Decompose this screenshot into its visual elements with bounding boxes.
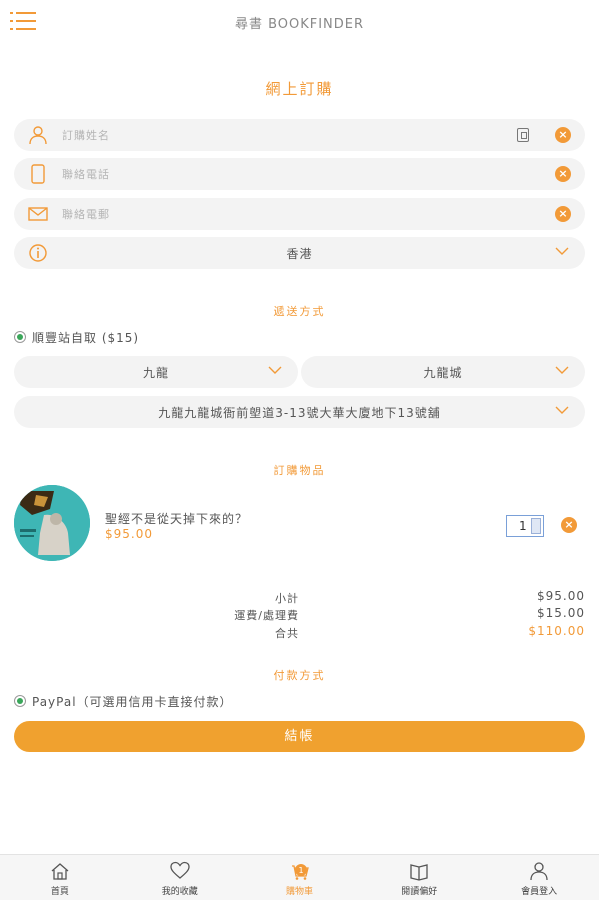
radio-selected-icon xyxy=(14,695,26,707)
tab-member-login[interactable]: 會員登入 xyxy=(479,855,599,900)
book-price: $95.00 xyxy=(105,527,153,541)
phone-placeholder: 聯絡電話 xyxy=(62,168,110,181)
delivery-section-label: 遞送方式 xyxy=(273,305,326,318)
bottom-tab-bar: 首頁 我的收藏 1 購物車 閱讀偏好 會員登入 xyxy=(0,854,599,900)
total-value: $110.00 xyxy=(528,624,585,638)
name-field[interactable]: 訂購姓名 × xyxy=(14,119,585,151)
shipping-value: $15.00 xyxy=(537,606,585,620)
chevron-down-icon xyxy=(555,406,569,414)
tab-cart[interactable]: 1 購物車 xyxy=(240,855,360,900)
subtotal-label: 小計 xyxy=(275,592,299,605)
cart-icon: 1 xyxy=(291,864,309,880)
cart-badge: 1 xyxy=(298,866,303,875)
quantity-stepper[interactable]: 1 xyxy=(506,515,544,537)
app-title: 尋書 BOOKFINDER xyxy=(234,17,365,32)
email-placeholder: 聯絡電郵 xyxy=(62,208,110,221)
book-cover-image[interactable] xyxy=(14,485,90,561)
user-icon xyxy=(530,862,548,881)
app-header: 尋書 BOOKFINDER xyxy=(0,0,599,44)
page-title: 網上訂購 xyxy=(265,80,334,98)
tab-reading-preferences-label: 閱讀偏好 xyxy=(401,887,438,897)
quantity-value: 1 xyxy=(519,519,527,533)
address-value: 九龍九龍城衙前塱道3-13號大華大廈地下13號舖 xyxy=(158,406,441,420)
payment-option-radio[interactable]: PayPal（可選用信用卡直接付款） xyxy=(14,693,334,709)
delivery-option-label: 順豐站自取 ($15) xyxy=(32,331,140,345)
delivery-option-radio[interactable]: 順豐站自取 ($15) xyxy=(14,329,314,345)
stepper-arrows-icon[interactable] xyxy=(531,518,541,534)
tab-home[interactable]: 首頁 xyxy=(0,855,120,900)
region-select[interactable]: 香港 xyxy=(14,237,585,269)
user-icon xyxy=(29,126,47,145)
address-select[interactable]: 九龍九龍城衙前塱道3-13號大華大廈地下13號舖 xyxy=(14,396,585,428)
clear-name-icon[interactable]: × xyxy=(555,127,571,143)
mail-icon xyxy=(28,207,48,221)
heart-icon xyxy=(170,861,190,879)
email-field[interactable]: 聯絡電郵 × xyxy=(14,198,585,230)
tab-member-login-label: 會員登入 xyxy=(521,887,558,897)
contact-card-icon[interactable] xyxy=(517,128,529,142)
tab-favorites[interactable]: 我的收藏 xyxy=(120,855,240,900)
payment-section-label: 付款方式 xyxy=(273,669,326,682)
book-icon xyxy=(410,864,429,881)
chevron-down-icon xyxy=(555,366,569,374)
checkout-button[interactable]: 結帳 xyxy=(14,721,585,752)
shipping-label: 運費/處理費 xyxy=(234,609,299,622)
home-icon xyxy=(51,863,69,880)
payment-option-label: PayPal（可選用信用卡直接付款） xyxy=(32,695,233,709)
district-select[interactable]: 九龍 xyxy=(14,356,298,388)
phone-field[interactable]: 聯絡電話 × xyxy=(14,158,585,190)
clear-email-icon[interactable]: × xyxy=(555,206,571,222)
tab-favorites-label: 我的收藏 xyxy=(161,887,198,897)
area-select[interactable]: 九龍城 xyxy=(301,356,585,388)
subtotal-value: $95.00 xyxy=(537,589,585,603)
chevron-down-icon xyxy=(555,247,569,255)
district-value: 九龍 xyxy=(142,366,169,380)
region-value: 香港 xyxy=(286,247,313,261)
clear-phone-icon[interactable]: × xyxy=(555,166,571,182)
chevron-down-icon xyxy=(268,366,282,374)
radio-selected-icon xyxy=(14,331,26,343)
remove-item-icon[interactable]: × xyxy=(561,517,577,533)
area-value: 九龍城 xyxy=(423,366,463,380)
tab-reading-preferences[interactable]: 閱讀偏好 xyxy=(359,855,479,900)
phone-icon xyxy=(31,164,45,184)
order-section-label: 訂購物品 xyxy=(273,464,326,477)
name-placeholder: 訂購姓名 xyxy=(62,129,110,142)
tab-cart-label: 購物車 xyxy=(285,887,313,897)
book-title: 聖經不是從天掉下來的？ xyxy=(105,512,249,526)
tab-home-label: 首頁 xyxy=(50,887,69,897)
total-label: 合共 xyxy=(275,627,299,640)
